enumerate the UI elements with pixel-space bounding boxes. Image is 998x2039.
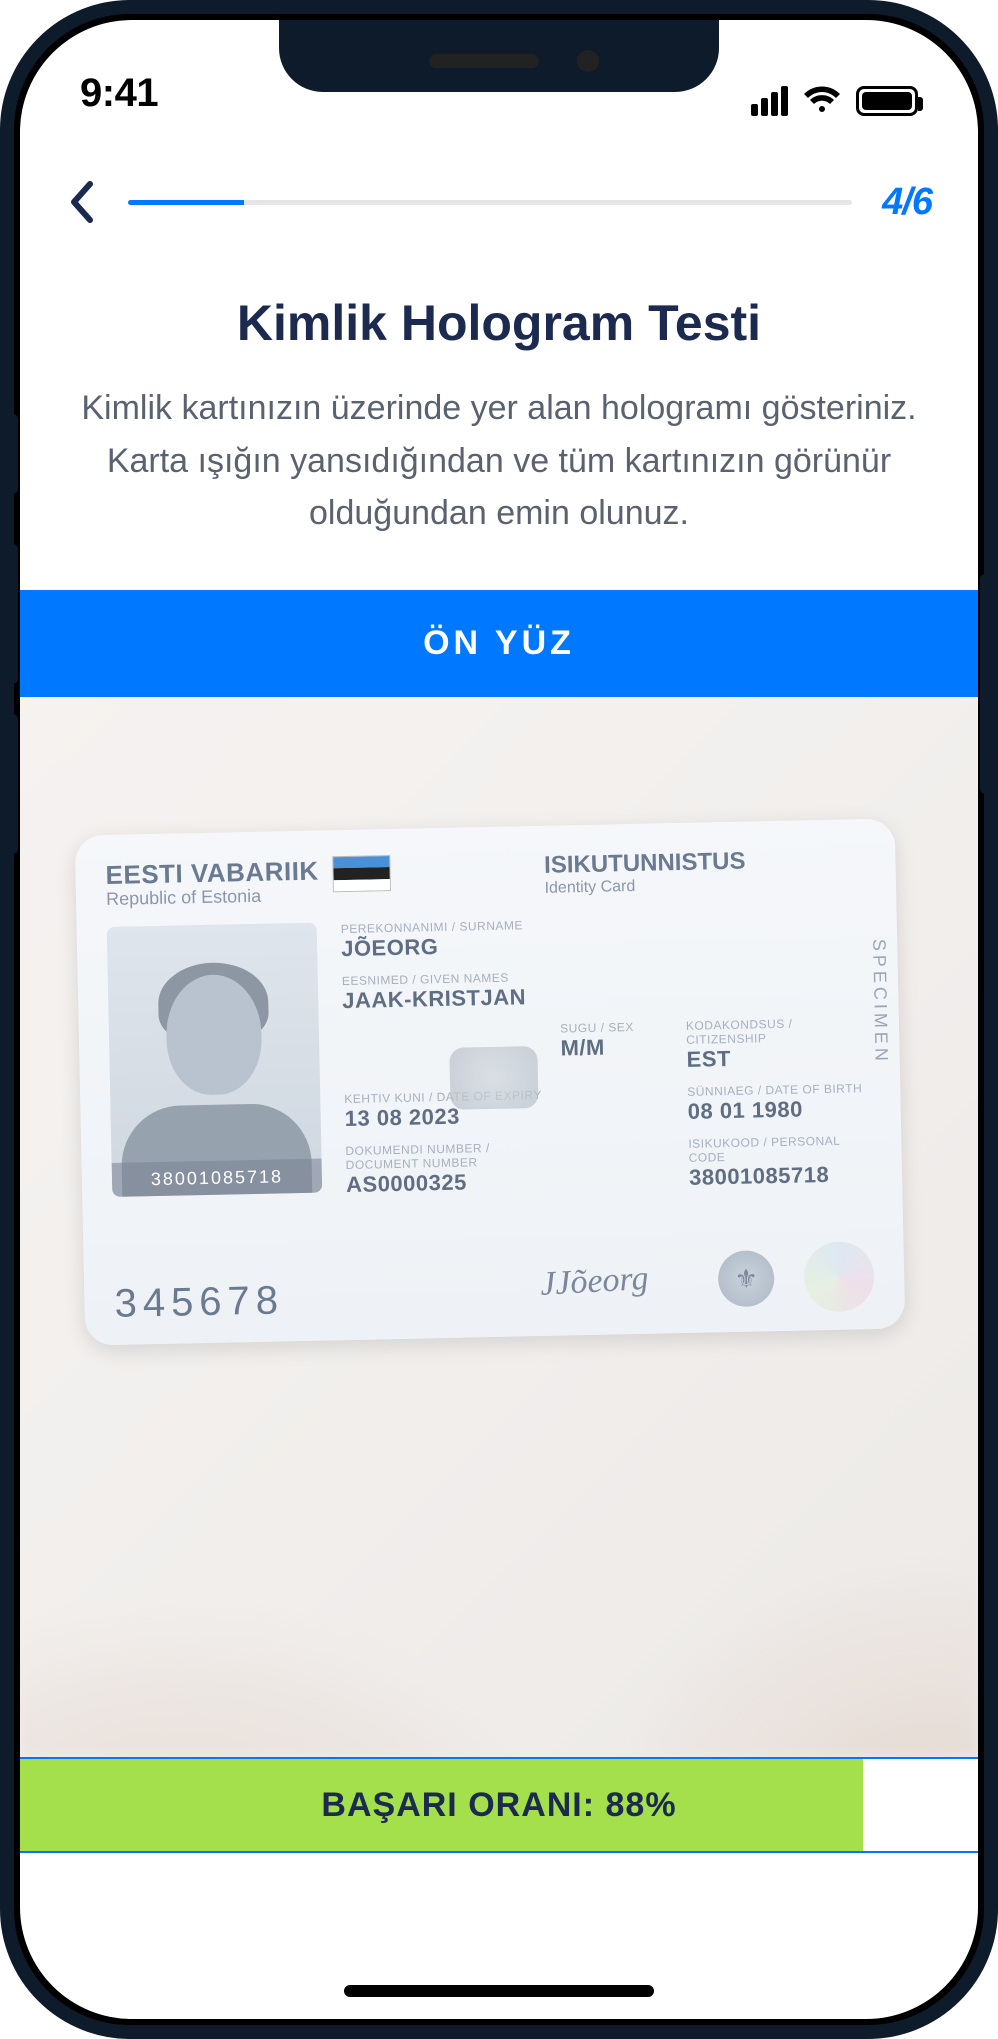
progress-bar [128,200,852,205]
card-nationality: EST [686,1044,869,1074]
home-indicator[interactable] [344,1985,654,1997]
status-icons [751,86,918,116]
specimen-label: SPECIMEN [868,939,892,1065]
card-birth-date: 08 01 1980 [687,1095,870,1125]
card-photo: 38001085718 [107,923,323,1197]
nav-row: 4/6 [20,130,978,254]
card-country-native: EESTI VABARIIK [105,857,319,890]
card-doctype: ISIKUTUNNISTUS Identity Card [544,848,746,898]
field-label: KODAKONDSUS / CITIZENSHIP [686,1016,869,1048]
card-country: EESTI VABARIIK Republic of Estonia [105,857,319,910]
card-chip-icon [449,1046,538,1110]
card-photo-code: 38001085718 [112,1159,323,1197]
card-doctype-en: Identity Card [544,876,746,898]
card-serial: 345678 [114,1278,284,1327]
card-doctype-native: ISIKUTUNNISTUS [544,848,746,880]
success-rate-bar: BAŞARI ORANI: 88% [20,1757,978,1853]
phone-notch [279,20,719,92]
step-counter: 4/6 [882,181,932,224]
card-fields: PEREKONNANIMI / SURNAME JÕEORG EESNIMED … [341,912,873,1207]
status-time: 9:41 [80,71,158,116]
phone-volume-down [8,714,18,854]
card-doc-number: AS0000325 [346,1168,550,1198]
page-title: Kimlik Hologram Testi [20,254,978,382]
wifi-icon [802,86,842,116]
card-hologram-icon [803,1241,874,1312]
phone-volume-up [8,544,18,684]
screen: 9:41 4/6 Kimlik Hologram Testi K [20,20,978,2019]
card-sex: M/M [560,1034,672,1062]
phone-silent-switch [8,414,18,494]
battery-icon [856,86,918,116]
success-rate-label: BAŞARI ORANI: 88% [20,1759,978,1851]
phone-power-button [980,574,990,794]
id-card: EESTI VABARIIK Republic of Estonia ISIKU… [75,819,906,1346]
field-label: ISIKUKOOD / PERSONAL CODE [688,1133,871,1165]
front-side-banner: ÖN YÜZ [20,590,978,697]
card-country-en: Republic of Estonia [106,885,319,909]
estonia-flag-icon [332,855,391,892]
page-description: Kimlik kartınızın üzerinde yer alan holo… [20,382,978,590]
card-coat-of-arms-icon: ⚜ [718,1250,775,1307]
card-personal-code: 38001085718 [689,1161,872,1191]
back-button[interactable] [66,180,98,224]
field-label: DOKUMENDI NUMBER / DOCUMENT NUMBER [345,1140,549,1172]
cellular-signal-icon [751,86,788,116]
card-signature: JJõeorg [539,1260,649,1304]
phone-frame: 9:41 4/6 Kimlik Hologram Testi K [0,0,998,2039]
camera-preview[interactable]: EESTI VABARIIK Republic of Estonia ISIKU… [20,697,978,1757]
progress-fill [128,200,244,205]
